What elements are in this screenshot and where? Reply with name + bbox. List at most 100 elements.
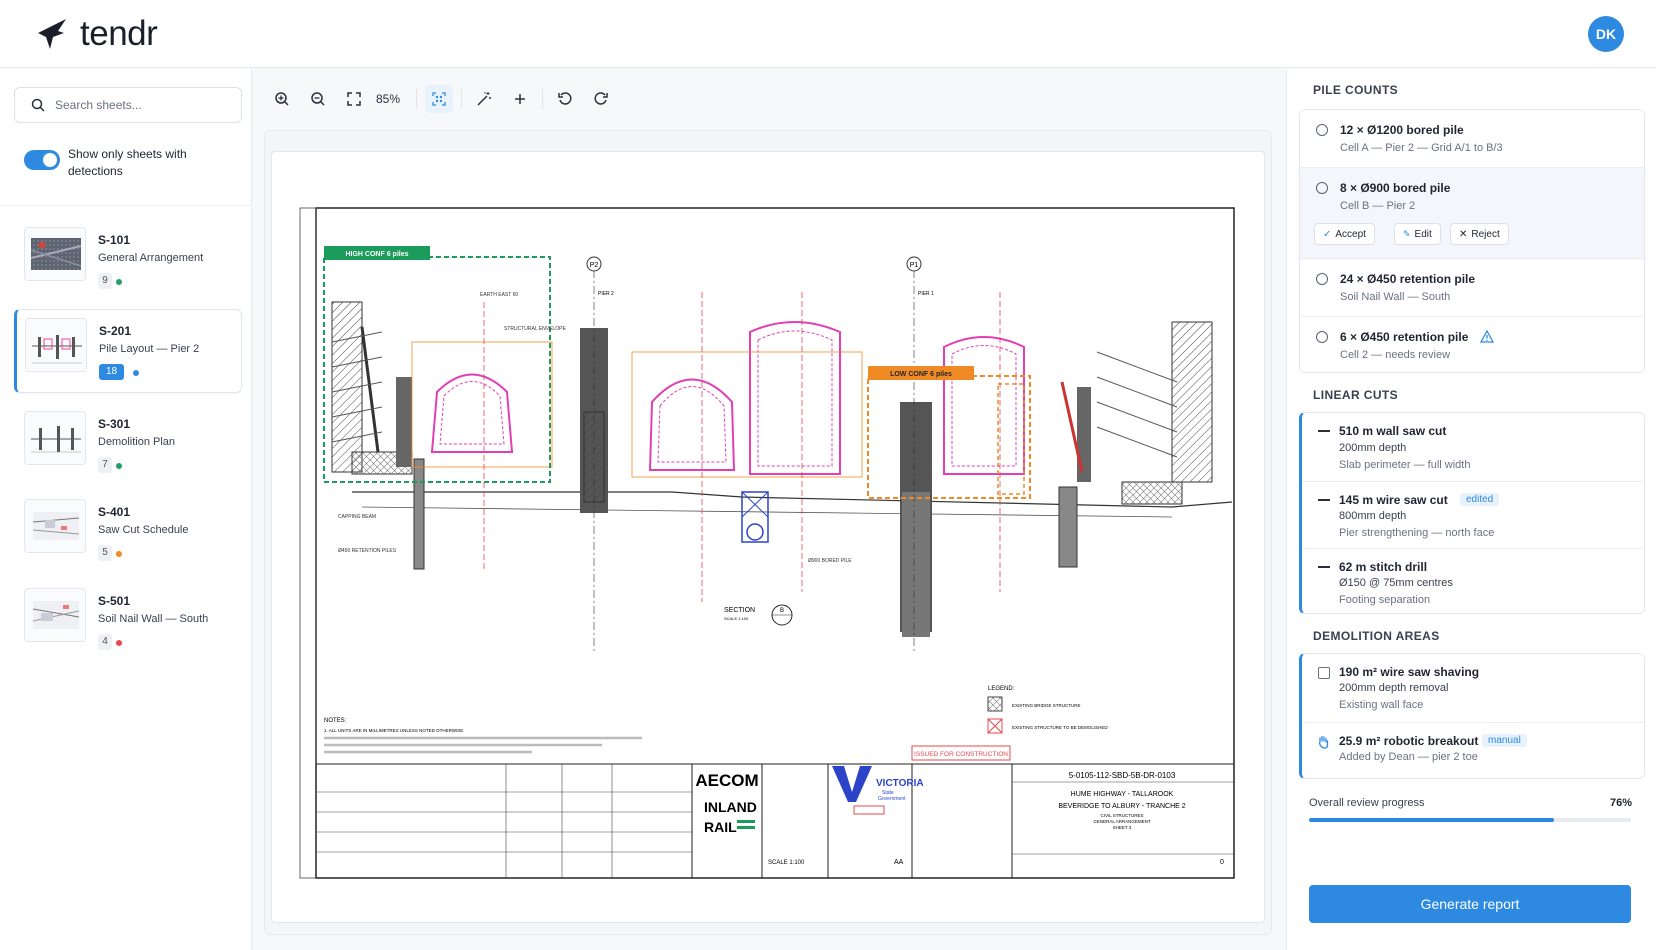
capping-beam-label: CAPPING BEAM (338, 514, 376, 520)
project-title-2: BEVERIDGE TO ALBURY - TRANCHE 2 (1058, 803, 1185, 810)
plus-icon (515, 94, 526, 104)
fit-screen-icon (347, 92, 361, 106)
cut-item[interactable]: 145 m wire saw cut edited 800mm depth Pi… (1302, 482, 1644, 548)
magic-wand-button[interactable] (470, 85, 498, 113)
pile-item[interactable]: 6 × Ø450 retention pile Cell 2 — needs r… (1300, 317, 1644, 372)
cut-item-title: 510 m wall saw cut (1339, 424, 1447, 438)
reject-button[interactable]: ✕ Reject (1450, 223, 1509, 245)
area-item-title: 190 m² wire saw shaving (1339, 665, 1480, 679)
cut-item-title: 62 m stitch drill (1339, 560, 1428, 574)
cut-item[interactable]: 510 m wall saw cut 200mm depth Slab peri… (1302, 413, 1644, 481)
zoom-out-button[interactable] (304, 85, 332, 113)
search-input[interactable] (55, 98, 225, 112)
sheets-sidebar: Show only sheets with detections S-101 G… (0, 69, 252, 950)
grid-label-p1: P1 (910, 262, 919, 269)
checkbox[interactable] (1318, 667, 1330, 679)
aecom-logo: AECOM (695, 771, 758, 790)
demolition-areas-title: DEMOLITION AREAS (1313, 629, 1440, 643)
demolition-areas-card: 190 m² wire saw shaving 200mm depth remo… (1299, 653, 1645, 779)
tendr-logo-icon (38, 19, 66, 49)
sheet-item-s101[interactable]: S-101 General Arrangement 9 (14, 219, 242, 303)
sheet-code: S-401 (98, 505, 131, 519)
cut-item-depth: 200mm depth (1339, 442, 1407, 454)
radio-button[interactable] (1316, 331, 1328, 343)
pile-item-title: 6 × Ø450 retention pile (1340, 330, 1469, 344)
area-item[interactable]: 25.9 m² robotic breakout manual Added by… (1302, 723, 1644, 778)
pencil-icon: ✎ (1403, 228, 1411, 239)
sheet-thumbnail (24, 588, 86, 642)
sheet-thumbnail (24, 227, 86, 281)
user-avatar[interactable]: DK (1588, 16, 1624, 52)
notes-title: NOTES: (324, 718, 347, 724)
revision-number: 0 (1220, 859, 1224, 866)
accept-label: Accept (1335, 228, 1366, 240)
sheet-item-s501[interactable]: S-501 Soil Nail Wall — South 4 (14, 580, 242, 664)
zoom-level[interactable]: 85% (368, 92, 408, 106)
tendr-logo[interactable]: tendr (36, 14, 158, 54)
sheet-item-s301[interactable]: S-301 Demolition Plan 7 (14, 403, 242, 487)
sheet-name: Soil Nail Wall — South (98, 613, 209, 625)
detections-view-button[interactable] (425, 85, 454, 113)
accept-button[interactable]: ✓ Accept (1314, 223, 1375, 245)
pile-item-title: 12 × Ø1200 bored pile (1340, 123, 1464, 137)
drawing-canvas[interactable]: P2 P1 PIER 2 PIER 1 HIGH CONF 6 piles LO… (264, 130, 1272, 935)
cut-item-subtitle: Slab perimeter — full width (1339, 459, 1471, 471)
cut-item-spec: Ø150 @ 75mm centres (1339, 577, 1453, 589)
status-dot (116, 640, 122, 646)
review-progress-bar (1309, 818, 1631, 822)
pile-item[interactable]: 24 × Ø450 retention pile Soil Nail Wall … (1300, 259, 1644, 316)
legend-demolish: EXISTING STRUCTURE TO BE DEMOLISHED (1012, 725, 1108, 730)
edit-label: Edit (1414, 228, 1432, 240)
area-item[interactable]: 190 m² wire saw shaving 200mm depth remo… (1302, 654, 1644, 722)
pile-counts-card: 12 × Ø1200 bored pile Cell A — Pier 2 — … (1299, 109, 1645, 373)
status-dot (116, 279, 122, 285)
sheet-item-s201[interactable]: S-201 Pile Layout — Pier 2 18 (14, 309, 242, 393)
radio-button[interactable] (1316, 124, 1328, 136)
low-conf-label: LOW CONF 6 piles (890, 371, 952, 378)
pile-item[interactable]: 12 × Ø1200 bored pile Cell A — Pier 2 — … (1300, 110, 1644, 167)
retention-piles-label: Ø450 RETENTION PILES (338, 548, 397, 554)
close-icon: ✕ (1459, 228, 1468, 240)
linear-cuts-title: LINEAR CUTS (1313, 388, 1399, 402)
toolbar-divider (461, 89, 463, 109)
app-header: tendr DK (0, 0, 1656, 68)
pile-item-selected[interactable]: 8 × Ø900 bored pile Cell B — Pier 2 ✓ Ac… (1300, 168, 1644, 258)
sheet-name: Saw Cut Schedule (98, 524, 189, 536)
drawing-sheet[interactable]: P2 P1 PIER 2 PIER 1 HIGH CONF 6 piles LO… (271, 151, 1265, 923)
generate-report-button[interactable]: Generate report (1309, 885, 1631, 923)
legend-title: LEGEND: (988, 686, 1015, 692)
status-dot (116, 463, 122, 469)
sheet-name: Demolition Plan (98, 436, 176, 448)
radio-button[interactable] (1316, 182, 1328, 194)
magic-wand-icon (477, 92, 492, 106)
brand-name: tendr (80, 14, 158, 53)
edit-button[interactable]: ✎ Edit (1394, 223, 1441, 245)
linear-cuts-card: 510 m wall saw cut 200mm depth Slab peri… (1299, 412, 1645, 614)
issued-stamp: ISSUED FOR CONSTRUCTION (914, 751, 1008, 758)
sheet-item-s401[interactable]: S-401 Saw Cut Schedule 5 (14, 491, 242, 575)
reject-label: Reject (1471, 228, 1500, 240)
detection-count-badge: 7 (98, 457, 112, 473)
search-box[interactable] (14, 87, 242, 123)
detection-count-badge: 18 (99, 364, 125, 380)
drawing-number: 5-0105-112-SBD-5B-DR-0103 (1069, 771, 1176, 780)
fit-screen-button[interactable] (340, 85, 368, 113)
zoom-in-button[interactable] (268, 85, 296, 113)
redo-button[interactable] (587, 85, 615, 113)
check-icon: ✓ (1323, 228, 1332, 240)
undo-button[interactable] (551, 85, 579, 113)
add-annotation-button[interactable] (506, 85, 534, 113)
project-title-3: CIVIL STRUCTURES (1100, 813, 1143, 818)
undo-icon (558, 92, 572, 105)
sheet-code: S-301 (98, 417, 131, 431)
cut-item[interactable]: 62 m stitch drill Ø150 @ 75mm centres Fo… (1302, 549, 1644, 613)
cut-item-title: 145 m wire saw cut (1339, 493, 1448, 507)
victoria-logo: VICTORIA (876, 778, 924, 789)
detections-toggle[interactable] (24, 150, 60, 170)
radio-button[interactable] (1316, 273, 1328, 285)
detections-grid-icon (432, 92, 446, 106)
sheet-code: S-101 (98, 233, 131, 247)
toolbar-divider (542, 89, 544, 109)
grid-label-p2: P2 (590, 262, 599, 269)
cut-item-depth: 800mm depth (1339, 510, 1407, 522)
